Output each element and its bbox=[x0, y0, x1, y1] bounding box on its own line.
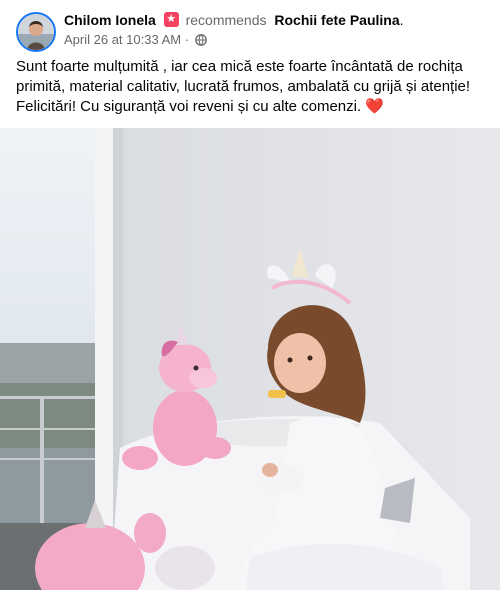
meta-separator: · bbox=[184, 32, 190, 47]
post-text-line-last: Felicitări! Cu siguranță voi reveni și c… bbox=[16, 97, 488, 117]
post-text-line: Felicitări! Cu siguranță voi reveni și c… bbox=[16, 98, 362, 115]
post-text-line: Sunt foarte mulțumită , iar cea mică est… bbox=[16, 58, 463, 75]
page-name-period: . bbox=[399, 12, 404, 28]
post-timestamp[interactable]: April 26 at 10:33 AM bbox=[64, 32, 181, 47]
heart-emoji-icon: ❤️ bbox=[365, 98, 384, 115]
post-header: Chilom Ionela ★ recommends Rochii fete P… bbox=[0, 0, 500, 52]
avatar[interactable] bbox=[16, 12, 56, 52]
girl-unicorn-photo bbox=[0, 128, 500, 590]
page-name-link[interactable]: Rochii fete Paulina bbox=[274, 12, 399, 28]
recommends-label: recommends bbox=[185, 12, 267, 28]
post-photo[interactable] bbox=[0, 128, 500, 590]
avatar-photo bbox=[18, 14, 54, 50]
post-body-text: Sunt foarte mulțumită , iar cea mică est… bbox=[16, 57, 488, 117]
globe-icon[interactable] bbox=[194, 34, 207, 46]
recommend-star-icon: ★ bbox=[163, 12, 179, 27]
post-text-line: primită, material calitativ, lucrată fru… bbox=[16, 78, 471, 95]
author-name[interactable]: Chilom Ionela bbox=[64, 12, 156, 28]
post-meta: April 26 at 10:33 AM · bbox=[64, 32, 207, 48]
post-author-line: Chilom Ionela ★ recommends Rochii fete P… bbox=[64, 11, 404, 29]
